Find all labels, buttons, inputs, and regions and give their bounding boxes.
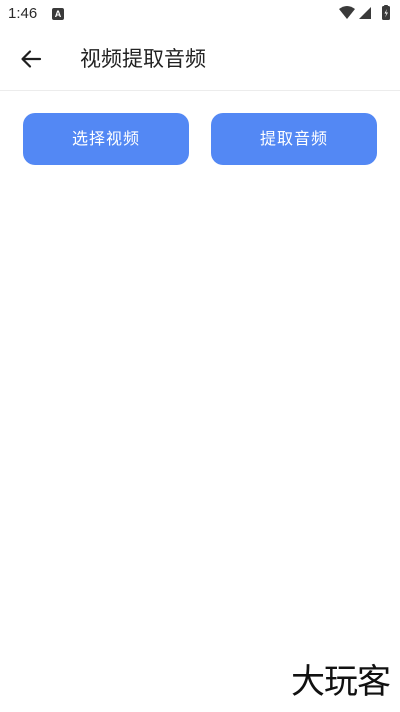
status-bar: 1:46 A [0, 0, 400, 28]
signal-icon [359, 7, 371, 19]
page-title: 视频提取音频 [80, 47, 206, 71]
app-bar: 视频提取音频 [0, 28, 400, 91]
status-icons [338, 5, 394, 21]
notification-a-icon: A [52, 8, 64, 20]
extract-audio-button[interactable]: 提取音频 [211, 113, 377, 165]
status-icons-svg [339, 5, 390, 20]
back-button[interactable] [14, 42, 48, 76]
status-time: 1:46 [8, 5, 38, 22]
wifi-icon [339, 6, 355, 19]
arrow-left-icon [21, 50, 42, 68]
battery-charging-icon [382, 5, 390, 20]
watermark-logo: 大玩客 [291, 662, 391, 702]
select-video-button[interactable]: 选择视频 [23, 113, 189, 165]
